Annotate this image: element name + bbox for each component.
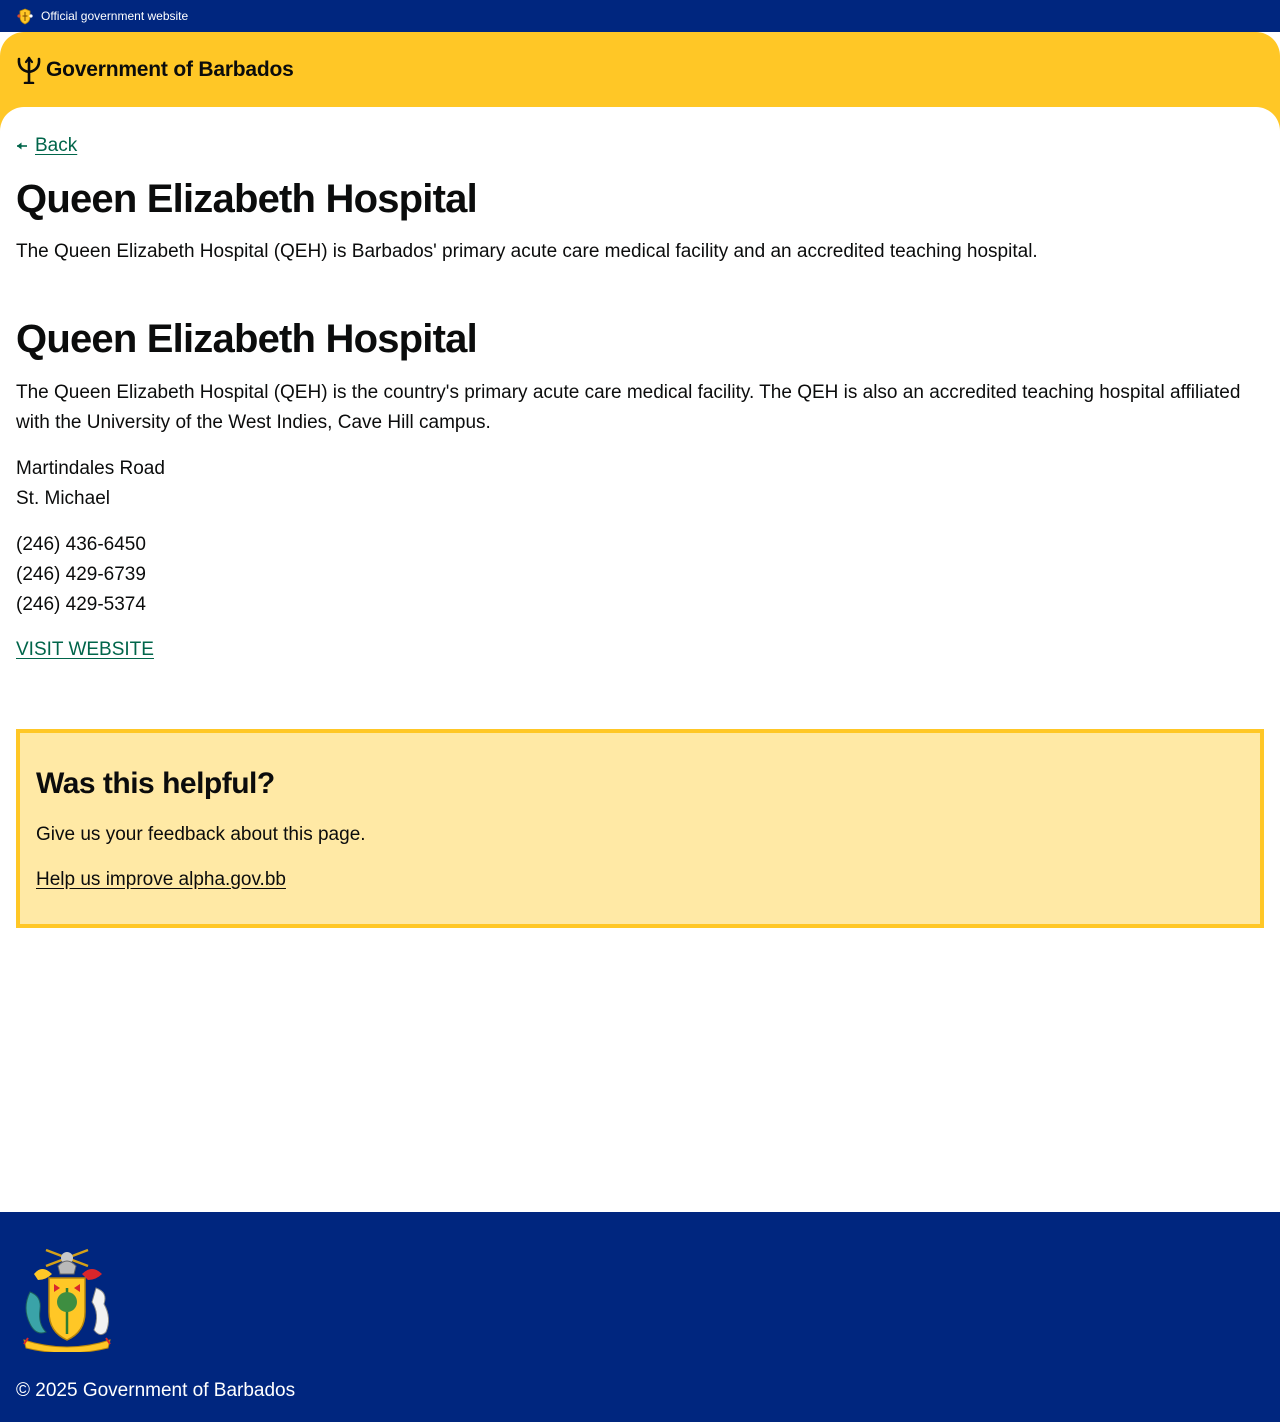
phone-number: (246) 429-6739 — [16, 564, 146, 585]
coat-of-arms-icon — [17, 8, 33, 25]
official-website-label: Official government website — [41, 9, 189, 23]
phone-number: (246) 429-5374 — [16, 594, 146, 615]
feedback-text: Give us your feedback about this page. — [36, 824, 366, 845]
phone-number: (246) 436-6450 — [16, 534, 146, 555]
page-title: Queen Elizabeth Hospital — [16, 177, 478, 221]
coat-of-arms-icon — [23, 1248, 111, 1352]
back-link-label: Back — [35, 135, 78, 156]
hospital-phone-numbers: (246) 436-6450 (246) 429-6739 (246) 429-… — [16, 530, 146, 620]
address-line: Martindales Road — [16, 458, 165, 479]
hospital-address: Martindales Road St. Michael — [16, 454, 165, 514]
main-content: Back Queen Elizabeth Hospital The Queen … — [0, 107, 1280, 1212]
feedback-panel: Was this helpful? Give us your feedback … — [16, 729, 1264, 928]
back-link[interactable]: Back — [16, 134, 77, 158]
address-line: St. Michael — [16, 488, 110, 509]
arrow-left-icon — [17, 142, 27, 150]
section-title: Queen Elizabeth Hospital — [16, 317, 478, 361]
copyright-notice: © 2025 Government of Barbados — [16, 1380, 296, 1401]
feedback-link[interactable]: Help us improve alpha.gov.bb — [36, 866, 286, 894]
hospital-description: The Queen Elizabeth Hospital (QEH) is th… — [16, 382, 1241, 433]
page-lead: The Queen Elizabeth Hospital (QEH) is Ba… — [16, 241, 1038, 262]
site-footer: © 2025 Government of Barbados — [0, 1212, 1280, 1422]
feedback-heading: Was this helpful? — [36, 767, 275, 800]
trident-icon — [17, 56, 41, 84]
visit-website-link[interactable]: VISIT WEBSITE — [16, 636, 154, 664]
site-brand-link[interactable]: Government of Barbados — [46, 57, 294, 83]
official-banner: Official government website — [0, 0, 1280, 32]
